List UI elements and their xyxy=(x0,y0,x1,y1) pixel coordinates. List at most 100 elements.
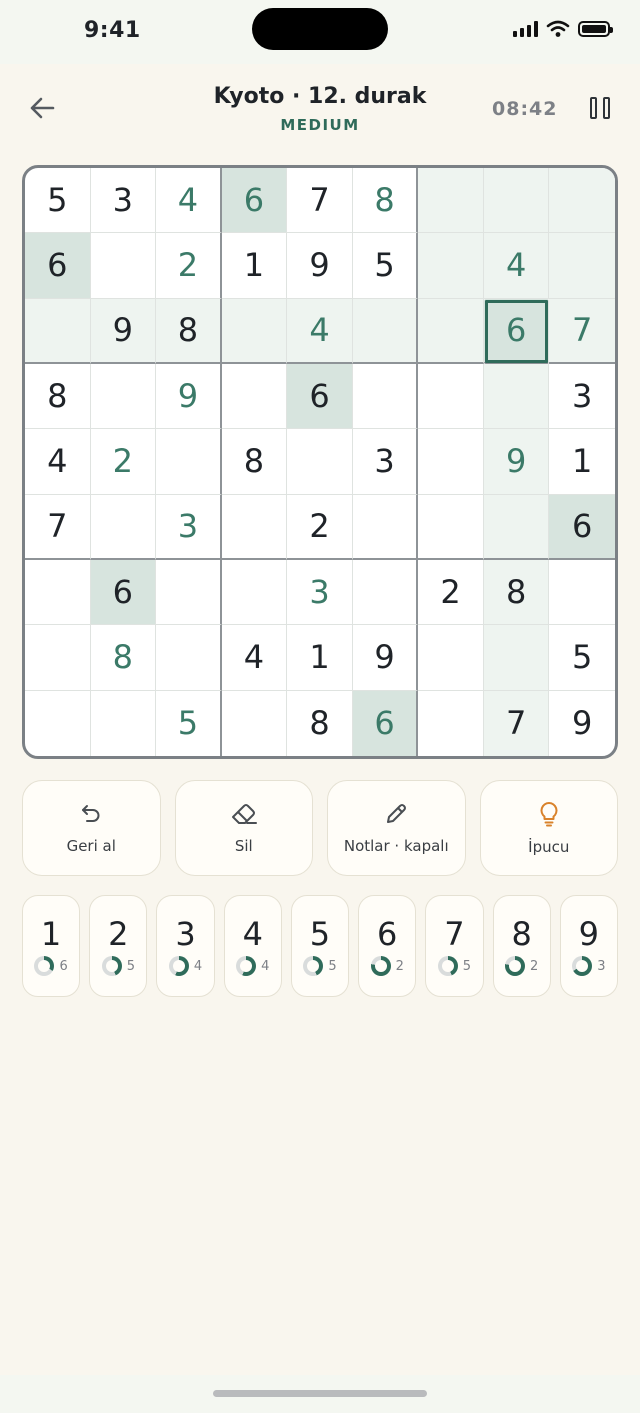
sudoku-cell-r4c1[interactable]: 8 xyxy=(25,364,91,430)
sudoku-cell-r9c3[interactable]: 5 xyxy=(156,690,222,756)
sudoku-cell-r7c5[interactable]: 3 xyxy=(287,560,353,626)
sudoku-cell-r8c4[interactable]: 4 xyxy=(221,625,288,691)
sudoku-cell-r3c3[interactable]: 8 xyxy=(156,298,222,364)
sudoku-cell-r5c6[interactable]: 3 xyxy=(352,429,419,495)
sudoku-cell-r1c8[interactable] xyxy=(483,168,550,234)
number-key-4[interactable]: 44 xyxy=(223,895,282,997)
sudoku-cell-r3c9[interactable]: 7 xyxy=(549,298,615,364)
sudoku-cell-r8c9[interactable]: 5 xyxy=(549,625,615,691)
sudoku-cell-r3c6[interactable] xyxy=(352,298,419,364)
notes-toggle-button[interactable]: Notlar · kapalı xyxy=(327,780,466,876)
sudoku-cell-r7c7[interactable]: 2 xyxy=(418,560,484,626)
number-key-8[interactable]: 82 xyxy=(492,895,551,997)
sudoku-cell-r7c9[interactable] xyxy=(549,560,615,626)
undo-button[interactable]: Geri al xyxy=(22,780,161,876)
sudoku-cell-r4c6[interactable] xyxy=(352,364,419,430)
sudoku-cell-r7c2[interactable]: 6 xyxy=(90,560,157,626)
hint-button[interactable]: İpucu xyxy=(479,780,618,876)
sudoku-cell-r6c7[interactable] xyxy=(418,494,484,560)
sudoku-cell-r2c6[interactable]: 5 xyxy=(352,233,419,299)
sudoku-cell-r9c2[interactable] xyxy=(91,690,157,756)
number-key-5[interactable]: 55 xyxy=(290,895,350,997)
sudoku-cell-r1c1[interactable]: 5 xyxy=(25,168,91,234)
number-key-9[interactable]: 93 xyxy=(559,895,618,997)
pause-button[interactable] xyxy=(586,94,614,122)
sudoku-cell-r5c1[interactable]: 4 xyxy=(25,429,91,495)
sudoku-cell-r9c7[interactable] xyxy=(418,690,484,756)
sudoku-cell-r6c8[interactable] xyxy=(483,494,550,560)
sudoku-cell-r4c3[interactable]: 9 xyxy=(156,364,222,430)
sudoku-cell-r8c3[interactable] xyxy=(156,625,222,691)
sudoku-cell-r3c4[interactable] xyxy=(221,298,288,364)
number-key-meta: 2 xyxy=(505,956,538,976)
sudoku-cell-r4c4[interactable] xyxy=(221,364,288,430)
number-key-6[interactable]: 62 xyxy=(358,895,417,997)
sudoku-cell-r7c4[interactable] xyxy=(221,560,288,626)
sudoku-cell-r3c1[interactable] xyxy=(25,298,91,364)
sudoku-cell-r8c1[interactable] xyxy=(25,625,91,691)
sudoku-cell-r6c4[interactable] xyxy=(221,494,288,560)
sudoku-cell-r9c9[interactable]: 9 xyxy=(549,691,615,756)
sudoku-cell-r6c5[interactable]: 2 xyxy=(287,494,353,560)
sudoku-board: 5346786219549846789634283917326632884195… xyxy=(22,165,618,759)
sudoku-cell-r2c7[interactable] xyxy=(418,233,484,299)
sudoku-cell-r9c5[interactable]: 8 xyxy=(287,690,353,756)
sudoku-cell-r5c5[interactable] xyxy=(287,429,353,495)
sudoku-cell-r7c6[interactable] xyxy=(352,560,419,626)
sudoku-cell-r7c1[interactable] xyxy=(25,560,91,626)
sudoku-cell-r9c8[interactable]: 7 xyxy=(483,690,550,756)
number-key-2[interactable]: 25 xyxy=(89,895,148,997)
sudoku-cell-r9c6[interactable]: 6 xyxy=(352,690,419,756)
sudoku-cell-r6c3[interactable]: 3 xyxy=(156,494,222,560)
sudoku-cell-r1c2[interactable]: 3 xyxy=(90,168,157,234)
sudoku-cell-r1c6[interactable]: 8 xyxy=(352,168,419,234)
sudoku-cell-r5c9[interactable]: 1 xyxy=(549,429,615,495)
sudoku-cell-r3c7[interactable] xyxy=(418,298,484,364)
sudoku-cell-r2c8[interactable]: 4 xyxy=(483,233,550,299)
sudoku-cell-r6c6[interactable] xyxy=(352,494,419,560)
sudoku-cell-r9c1[interactable] xyxy=(25,690,91,756)
sudoku-cell-r4c5[interactable]: 6 xyxy=(287,364,353,430)
sudoku-cell-r2c9[interactable] xyxy=(549,233,615,299)
sudoku-cell-r2c1[interactable]: 6 xyxy=(25,233,91,299)
sudoku-cell-r3c2[interactable]: 9 xyxy=(90,298,157,364)
sudoku-cell-r1c4[interactable]: 6 xyxy=(221,168,288,234)
sudoku-cell-r7c8[interactable]: 8 xyxy=(483,560,550,626)
sudoku-cell-r3c5[interactable]: 4 xyxy=(287,298,353,364)
sudoku-cell-r8c7[interactable] xyxy=(418,625,484,691)
sudoku-cell-r4c8[interactable] xyxy=(483,364,550,430)
sudoku-cell-r4c9[interactable]: 3 xyxy=(549,364,615,430)
sudoku-cell-r5c3[interactable] xyxy=(156,429,222,495)
sudoku-cell-r5c2[interactable]: 2 xyxy=(90,429,157,495)
number-key-7[interactable]: 75 xyxy=(425,895,484,997)
sudoku-cell-r8c2[interactable]: 8 xyxy=(90,625,157,691)
sudoku-cell-r5c4[interactable]: 8 xyxy=(221,429,288,495)
sudoku-cell-r6c2[interactable] xyxy=(90,494,157,560)
sudoku-cell-r2c4[interactable]: 1 xyxy=(221,233,288,299)
sudoku-cell-r8c5[interactable]: 1 xyxy=(287,625,353,691)
sudoku-cell-r9c4[interactable] xyxy=(222,690,288,756)
sudoku-cell-r8c8[interactable] xyxy=(483,625,550,691)
sudoku-cell-r2c5[interactable]: 9 xyxy=(287,233,353,299)
sudoku-cell-r5c7[interactable] xyxy=(418,429,484,495)
sudoku-cell-r1c3[interactable]: 4 xyxy=(156,168,222,234)
sudoku-cell-r6c1[interactable]: 7 xyxy=(25,494,91,560)
sudoku-cell-r2c2[interactable] xyxy=(90,233,157,299)
sudoku-cell-r3c8[interactable]: 6 xyxy=(483,298,550,364)
wifi-icon xyxy=(546,20,570,37)
number-key-3[interactable]: 34 xyxy=(156,895,215,997)
sudoku-cell-r6c9[interactable]: 6 xyxy=(549,494,615,560)
sudoku-cell-r1c7[interactable] xyxy=(418,168,484,234)
sudoku-cell-r5c8[interactable]: 9 xyxy=(483,429,550,495)
progress-ring-icon xyxy=(370,956,391,976)
sudoku-cell-r8c6[interactable]: 9 xyxy=(352,625,419,691)
erase-button[interactable]: Sil xyxy=(174,780,313,876)
sudoku-cell-r4c7[interactable] xyxy=(418,364,484,430)
sudoku-cell-r1c9[interactable] xyxy=(549,168,615,234)
sudoku-cell-r7c3[interactable] xyxy=(156,560,222,626)
number-key-1[interactable]: 16 xyxy=(22,895,81,997)
sudoku-cell-r1c5[interactable]: 7 xyxy=(287,168,353,234)
sudoku-cell-r2c3[interactable]: 2 xyxy=(156,233,222,299)
sudoku-cell-r4c2[interactable] xyxy=(90,364,157,430)
dynamic-island xyxy=(252,8,388,50)
